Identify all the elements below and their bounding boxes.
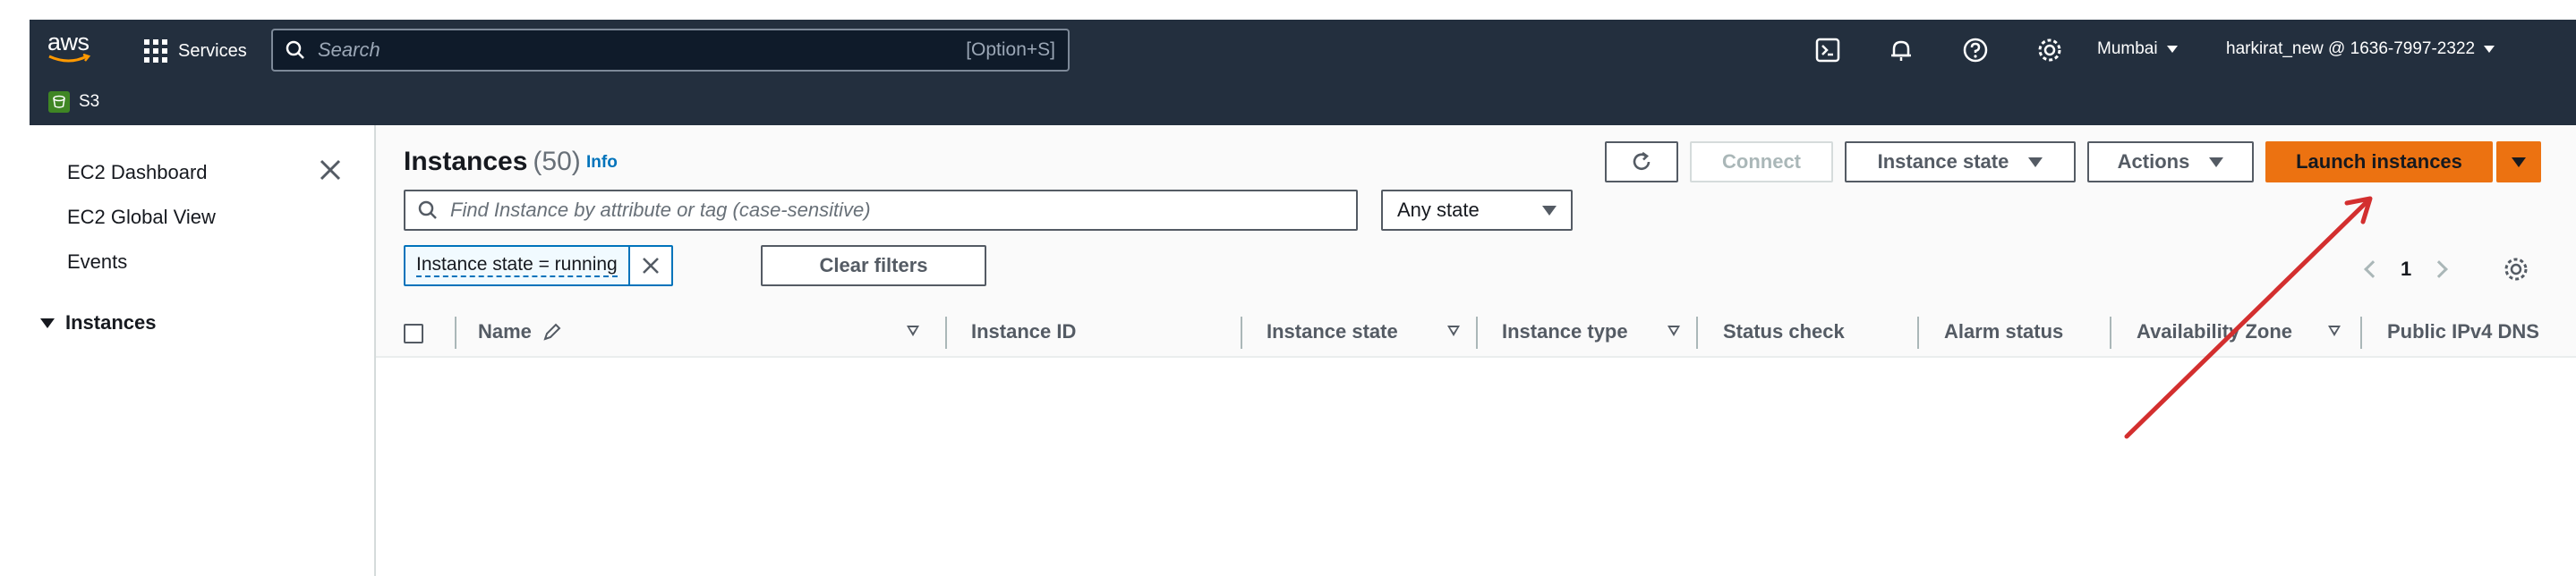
caret-down-icon xyxy=(2512,157,2526,167)
account-menu[interactable]: harkirat_new @ 1636-7997-2322 xyxy=(2226,39,2495,59)
sort-icon[interactable] xyxy=(907,326,919,336)
column-header-name[interactable]: Name xyxy=(478,320,562,343)
search-shortcut: [Option+S] xyxy=(966,39,1055,60)
page-title-text: Instances xyxy=(404,147,528,176)
caret-down-icon xyxy=(2209,157,2224,167)
filter-token: Instance state = running xyxy=(404,245,673,286)
search-icon xyxy=(418,200,437,219)
state-select-value: Any state xyxy=(1397,199,1480,221)
aws-smile-icon xyxy=(48,54,91,63)
close-icon xyxy=(642,258,659,274)
sort-icon[interactable] xyxy=(1447,326,1460,336)
chevron-left-icon[interactable] xyxy=(2364,260,2382,278)
help-icon[interactable] xyxy=(1960,35,1991,65)
state-select[interactable]: Any state xyxy=(1381,190,1573,231)
select-all-checkbox[interactable] xyxy=(404,324,423,343)
sidebar-item-ec2-dashboard[interactable]: EC2 Dashboard xyxy=(67,161,208,184)
actions-label: Actions xyxy=(2117,150,2190,173)
clear-filters-button[interactable]: Clear filters xyxy=(761,245,986,286)
column-divider xyxy=(1476,317,1478,349)
instance-filter-input[interactable]: Find Instance by attribute or tag (case-… xyxy=(404,190,1358,231)
launch-instances-button[interactable]: Launch instances xyxy=(2265,141,2493,182)
chevron-right-icon[interactable] xyxy=(2430,260,2449,278)
region-label: Mumbai xyxy=(2097,39,2158,58)
instance-count: (50) xyxy=(533,147,581,176)
connect-button[interactable]: Connect xyxy=(1690,141,1833,182)
aws-logo-text: aws xyxy=(47,29,90,55)
service-shortcut-label: S3 xyxy=(79,92,100,111)
global-search-input[interactable]: Search [Option+S] xyxy=(271,29,1070,72)
sidebar-section-instances[interactable]: Instances xyxy=(40,311,157,335)
refresh-icon xyxy=(1633,151,1651,170)
sidebar-item-events[interactable]: Events xyxy=(67,250,127,274)
column-header-availability-zone[interactable]: Availability Zone xyxy=(2137,320,2292,343)
remove-filter-button[interactable] xyxy=(629,247,671,284)
search-placeholder: Search xyxy=(318,38,380,61)
gear-icon[interactable] xyxy=(2503,256,2529,283)
table-header: Name Instance ID Instance state Instance… xyxy=(376,308,2576,358)
refresh-button[interactable] xyxy=(1605,141,1678,182)
actions-button[interactable]: Actions xyxy=(2087,141,2254,182)
pagination: 1 xyxy=(2364,258,2449,281)
column-header-status-check[interactable]: Status check xyxy=(1723,320,1845,343)
instances-panel: Instances (50) Info Connect Instance stat… xyxy=(376,125,2576,358)
gear-icon[interactable] xyxy=(2034,35,2065,65)
sidebar-section-label: Instances xyxy=(65,311,157,334)
column-header-alarm-status[interactable]: Alarm status xyxy=(1944,320,2063,343)
filter-placeholder: Find Instance by attribute or tag (case-… xyxy=(450,199,871,221)
sidebar-item-ec2-global-view[interactable]: EC2 Global View xyxy=(67,206,216,229)
grid-icon xyxy=(144,39,167,63)
launch-dropdown-button[interactable] xyxy=(2496,141,2541,182)
s3-service-icon xyxy=(48,91,70,113)
column-header-public-ipv4-dns[interactable]: Public IPv4 DNS xyxy=(2387,320,2539,343)
top-navigation-bar: aws Services Search [Option+S] Mumbai ha… xyxy=(30,20,2576,125)
column-divider xyxy=(1696,317,1698,349)
column-divider xyxy=(945,317,947,349)
column-divider xyxy=(455,317,456,349)
service-shortcut-s3[interactable]: S3 xyxy=(48,91,99,113)
column-header-instance-type[interactable]: Instance type xyxy=(1502,320,1628,343)
caret-down-icon xyxy=(2028,157,2043,167)
column-header-instance-state[interactable]: Instance state xyxy=(1267,320,1398,343)
column-divider xyxy=(1241,317,1242,349)
caret-down-icon xyxy=(2484,46,2495,53)
close-icon[interactable] xyxy=(318,157,343,182)
caret-down-icon xyxy=(1542,205,1557,216)
caret-down-icon xyxy=(40,318,55,328)
info-link[interactable]: Info xyxy=(586,153,618,173)
column-divider xyxy=(2360,317,2362,349)
region-selector[interactable]: Mumbai xyxy=(2097,39,2178,59)
aws-logo[interactable]: aws xyxy=(46,29,96,66)
caret-down-icon xyxy=(2166,46,2178,53)
instance-state-label: Instance state xyxy=(1877,150,2009,173)
services-label: Services xyxy=(178,40,247,61)
sort-icon[interactable] xyxy=(2328,326,2341,336)
account-label: harkirat_new @ 1636-7997-2322 xyxy=(2226,39,2476,58)
search-icon xyxy=(286,40,304,59)
side-navigation: EC2 Dashboard EC2 Global View Events Ins… xyxy=(30,125,374,576)
page-title: Instances (50) xyxy=(404,147,581,177)
edit-icon xyxy=(543,323,561,341)
instance-state-button[interactable]: Instance state xyxy=(1845,141,2076,182)
column-divider xyxy=(2110,317,2111,349)
bell-icon[interactable] xyxy=(1886,35,1916,65)
cloudshell-icon[interactable] xyxy=(1813,35,1843,65)
sort-icon[interactable] xyxy=(1668,326,1680,336)
column-divider xyxy=(1917,317,1919,349)
page-number[interactable]: 1 xyxy=(2401,258,2411,281)
filter-token-label[interactable]: Instance state = running xyxy=(405,247,630,284)
services-menu-button[interactable]: Services xyxy=(144,38,247,64)
column-header-instance-id[interactable]: Instance ID xyxy=(971,320,1076,343)
